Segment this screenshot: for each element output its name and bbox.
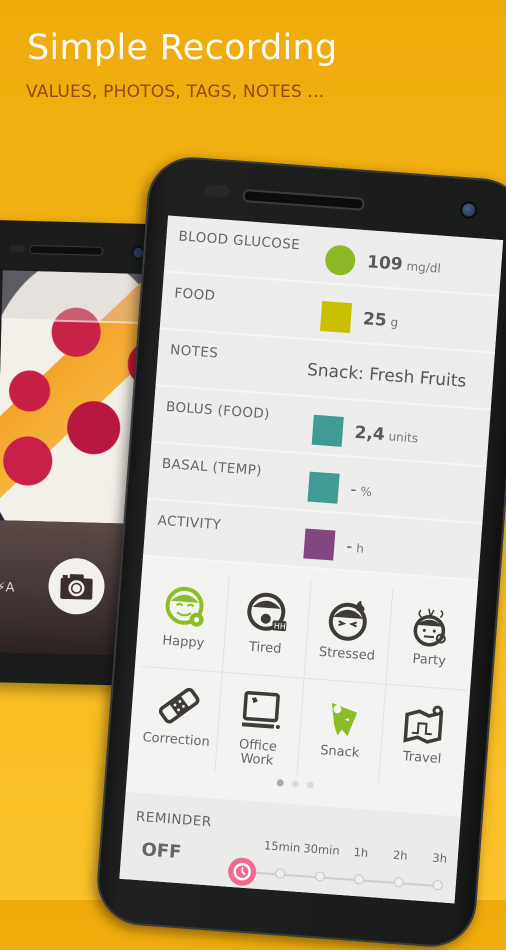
tag-label: Office Work bbox=[238, 737, 278, 769]
tag-tired[interactable]: HH Tired bbox=[222, 575, 312, 679]
reminder-label: REMINDER bbox=[135, 808, 213, 831]
party-face-icon bbox=[413, 608, 446, 647]
clock-icon bbox=[233, 863, 252, 881]
entry-value: 109 mg/dl bbox=[366, 252, 442, 276]
page-dot-3[interactable] bbox=[306, 781, 314, 789]
bandage-icon bbox=[158, 687, 199, 724]
map-icon bbox=[403, 705, 444, 744]
camera-icon bbox=[60, 574, 93, 600]
tag-label: Travel bbox=[402, 749, 442, 767]
tag-label: Party bbox=[411, 651, 447, 670]
tired-face-icon: HH bbox=[246, 592, 287, 631]
tag-snack[interactable]: Snack bbox=[297, 678, 387, 783]
page-dot-1[interactable] bbox=[276, 779, 285, 787]
pizza-icon bbox=[331, 702, 357, 737]
tag-party[interactable]: Party bbox=[386, 587, 476, 691]
proximity-sensor bbox=[9, 244, 26, 253]
computer-icon bbox=[241, 690, 280, 729]
entry-screen: BLOOD GLUCOSE 109 mg/dl FOOD 25 g NOTES Sn… bbox=[119, 215, 504, 904]
svg-text:HH: HH bbox=[273, 621, 286, 631]
tag-label: Snack bbox=[319, 743, 360, 761]
tag-label: Tired bbox=[248, 639, 282, 657]
earpiece-speaker bbox=[242, 188, 365, 211]
entry-list: BLOOD GLUCOSE 109 mg/dl FOOD 25 g NOTES Sn… bbox=[143, 215, 504, 582]
reminder-stop-label: 30min bbox=[302, 841, 341, 858]
activity-square-icon bbox=[303, 528, 336, 561]
page-indicator bbox=[276, 779, 314, 789]
entry-label: ACTIVITY bbox=[157, 512, 222, 534]
bolus-square-icon bbox=[311, 414, 344, 447]
entry-label: FOOD bbox=[173, 285, 216, 305]
tag-label: Correction bbox=[142, 730, 211, 750]
proximity-sensor bbox=[203, 184, 231, 198]
promo-title: Simple Recording bbox=[27, 28, 338, 68]
tag-label: Stressed bbox=[318, 644, 376, 664]
tag-grid: Happy HH Tired Stressed Party Correction… bbox=[133, 569, 477, 789]
reminder-stop[interactable] bbox=[353, 873, 365, 885]
reminder-stop-label: 15min bbox=[263, 838, 301, 855]
notes-value: Snack: Fresh Fruits bbox=[306, 360, 467, 392]
promo-subtitle: VALUES, PHOTOS, TAGS, NOTES ... bbox=[26, 82, 325, 102]
reminder-stop-label: 2h bbox=[392, 847, 409, 863]
tag-correction[interactable]: Correction bbox=[133, 666, 223, 771]
stressed-face-icon bbox=[328, 600, 367, 641]
reminder-stop-label: 1h bbox=[353, 844, 369, 860]
tag-label: Happy bbox=[161, 633, 205, 652]
front-camera bbox=[459, 200, 478, 220]
food-square-icon bbox=[320, 301, 353, 334]
tag-travel[interactable]: Travel bbox=[379, 685, 468, 789]
page-dot-2[interactable] bbox=[291, 780, 300, 788]
entry-value: -h bbox=[345, 536, 365, 557]
reminder-stop[interactable] bbox=[274, 868, 286, 879]
reminder-state: OFF bbox=[140, 839, 183, 864]
tag-office-work[interactable]: Office Work bbox=[215, 672, 305, 777]
entry-label: BLOOD GLUCOSE bbox=[177, 228, 301, 254]
tag-picker: Happy HH Tired Stressed Party Correction… bbox=[125, 556, 479, 817]
reminder-stop-label: 3h bbox=[431, 850, 448, 866]
entry-value: 2,4 units bbox=[353, 422, 419, 446]
entry-value: -% bbox=[349, 479, 373, 501]
reminder-stop[interactable] bbox=[392, 876, 404, 888]
entry-value: 25 g bbox=[362, 309, 399, 331]
reminder-stop[interactable] bbox=[314, 871, 325, 882]
reminder-slider-handle[interactable] bbox=[227, 856, 258, 887]
basal-square-icon bbox=[307, 471, 340, 504]
entry-label: NOTES bbox=[169, 342, 219, 362]
flash-auto-icon[interactable]: ⚡A bbox=[0, 580, 15, 595]
entry-label: BASAL (TEMP) bbox=[161, 455, 263, 480]
tag-stressed[interactable]: Stressed bbox=[304, 581, 394, 685]
reminder-stop[interactable] bbox=[432, 879, 444, 891]
glucose-circle-icon bbox=[324, 244, 357, 277]
entry-label: BOLUS (FOOD) bbox=[165, 398, 271, 423]
earpiece-speaker bbox=[29, 244, 104, 256]
tag-happy[interactable]: Happy bbox=[140, 569, 230, 673]
main-phone: BLOOD GLUCOSE 109 mg/dl FOOD 25 g NOTES Sn… bbox=[94, 154, 506, 950]
happy-face-icon bbox=[165, 586, 204, 627]
shutter-button[interactable] bbox=[47, 557, 106, 616]
